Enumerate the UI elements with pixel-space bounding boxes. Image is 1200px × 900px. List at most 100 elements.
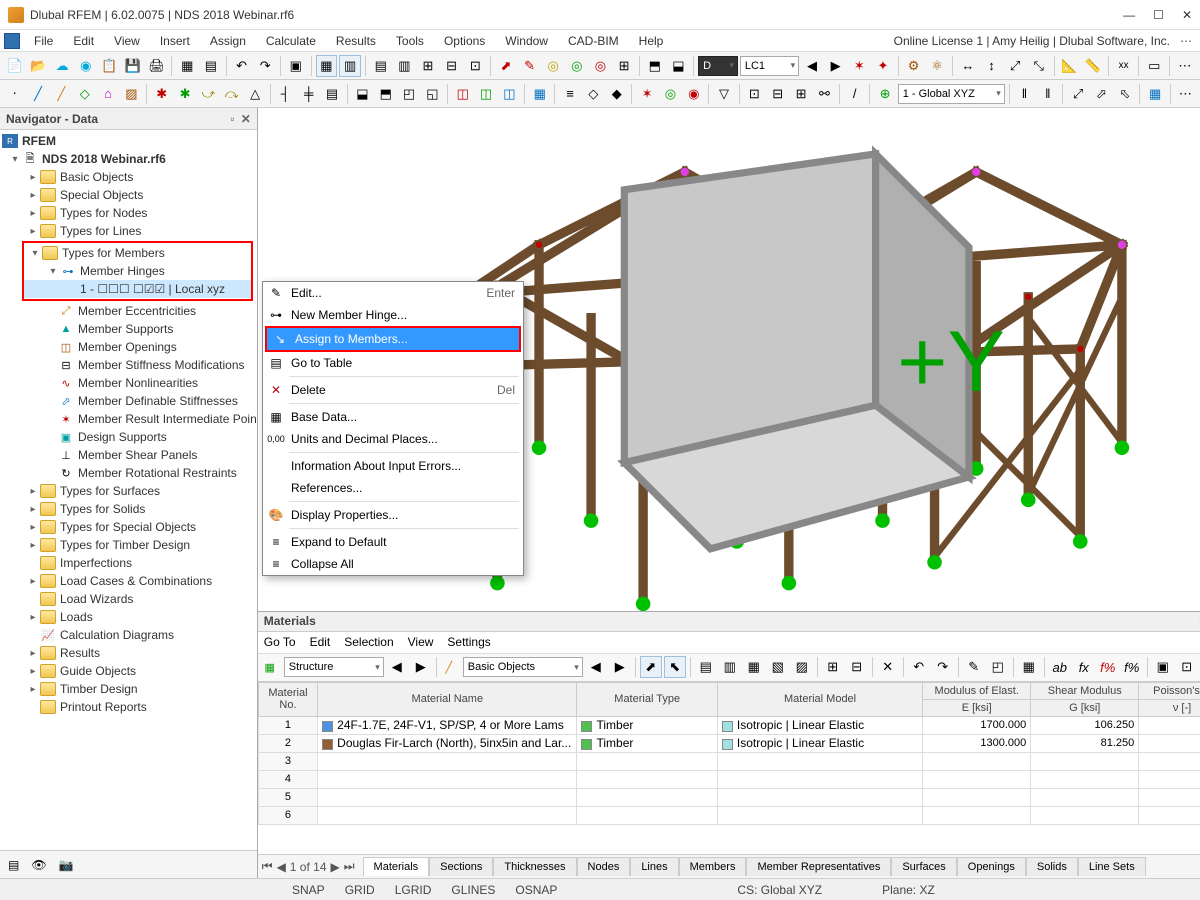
menu-options[interactable]: Options <box>434 32 495 50</box>
cm-collapse[interactable]: ≡Collapse All <box>263 553 523 575</box>
axis-xy-icon[interactable]: ⤡ <box>1028 55 1050 77</box>
mat-combo-basic[interactable]: Basic Objects <box>463 657 583 677</box>
tree-calc-diagrams[interactable]: Calculation Diagrams <box>60 628 174 642</box>
mat-combo-structure[interactable]: Structure <box>284 657 384 677</box>
tree-guide-objects[interactable]: Guide Objects <box>60 664 136 678</box>
mat-t-icon[interactable]: ▣ <box>1152 656 1174 678</box>
tree-types-surfaces[interactable]: Types for Surfaces <box>60 484 160 498</box>
xx-icon[interactable]: xx <box>1113 55 1135 77</box>
grid2-icon[interactable]: ▥ <box>339 55 361 77</box>
more-icon[interactable]: ⋯ <box>1174 55 1196 77</box>
coord-system-combo[interactable]: 1 - Global XYZ <box>898 84 1005 104</box>
mat-d-icon[interactable]: ▥ <box>719 656 741 678</box>
tree-member-hinges[interactable]: Member Hinges <box>80 264 165 278</box>
mode3-icon[interactable]: ⊞ <box>417 55 439 77</box>
mat-menu-edit[interactable]: Edit <box>310 635 331 649</box>
t2-cc-icon[interactable]: ▽ <box>713 83 734 105</box>
cm-references[interactable]: References... <box>263 477 523 499</box>
tab-solids[interactable]: Solids <box>1026 857 1078 876</box>
table-row[interactable]: 2 Douglas Fir-Larch (North), 5inx5in and… <box>258 734 1200 752</box>
mat-f-icon[interactable]: ▧ <box>767 656 789 678</box>
cm-units[interactable]: 0,00Units and Decimal Places... <box>263 428 523 450</box>
tab-members[interactable]: Members <box>679 857 747 876</box>
tree-types-nodes[interactable]: Types for Nodes <box>60 206 147 220</box>
cloud-icon[interactable]: ☁ <box>51 55 73 77</box>
menu-file[interactable]: File <box>24 32 63 50</box>
undo-icon[interactable]: ↶ <box>231 55 253 77</box>
table-row[interactable]: 3 <box>258 752 1200 770</box>
th-modE[interactable]: Modulus of Elast. <box>923 682 1031 699</box>
tree-member-ecc[interactable]: Member Eccentricities <box>78 304 196 318</box>
system-icon[interactable] <box>4 33 20 49</box>
cm-expand[interactable]: ≡Expand to Default <box>263 531 523 553</box>
lc-prev-icon[interactable]: ◀ <box>801 55 823 77</box>
tool2-icon[interactable]: ⬓ <box>668 55 690 77</box>
t2-mm-icon[interactable]: ⬁ <box>1114 83 1135 105</box>
mode1-icon[interactable]: ▤ <box>370 55 392 77</box>
th-model[interactable]: Material Model <box>717 682 922 716</box>
cm-base-data[interactable]: ▦Base Data... <box>263 406 523 428</box>
tree-member-rot[interactable]: Member Rotational Restraints <box>78 466 237 480</box>
t2-w-icon[interactable]: ≡ <box>559 83 580 105</box>
th-modE-unit[interactable]: E [ksi] <box>923 699 1031 716</box>
sb-glines[interactable]: GLINES <box>445 883 501 897</box>
select2-icon[interactable]: ✎ <box>519 55 541 77</box>
tree-hinge-item[interactable]: 1 - ☐☐☐ ☐☑☑ | Local xyz <box>80 282 225 296</box>
tab-openings[interactable]: Openings <box>957 857 1026 876</box>
cm-display-props[interactable]: 🎨Display Properties... <box>263 504 523 526</box>
tree-file[interactable]: NDS 2018 Webinar.rf6 <box>42 152 166 166</box>
mode2-icon[interactable]: ▥ <box>394 55 416 77</box>
th-no[interactable]: Material No. <box>258 682 317 716</box>
t2-coord-icon[interactable]: ⊕ <box>874 83 895 105</box>
t2-z-icon[interactable]: ✶ <box>636 83 657 105</box>
tree-timber-design[interactable]: Timber Design <box>60 682 138 696</box>
tree-results[interactable]: Results <box>60 646 100 660</box>
mat-b-icon[interactable]: ⬉ <box>664 656 686 678</box>
t2-ii-icon[interactable]: ‖ <box>1014 83 1035 105</box>
table-row[interactable]: 4 <box>258 770 1200 788</box>
calc1-icon[interactable]: ⚙ <box>903 55 925 77</box>
t2-v-icon[interactable]: ▦ <box>529 83 550 105</box>
tree-imperfections[interactable]: Imperfections <box>60 556 132 570</box>
menu-edit[interactable]: Edit <box>63 32 104 50</box>
menu-tools[interactable]: Tools <box>386 32 434 50</box>
tree-member-supports[interactable]: Member Supports <box>78 322 173 336</box>
cm-edit[interactable]: ✎Edit...Enter <box>263 282 523 304</box>
t2-jj-icon[interactable]: ‖ <box>1037 83 1058 105</box>
axis-x-icon[interactable]: ↔ <box>957 55 979 77</box>
t2-gg-icon[interactable]: ⚯ <box>814 83 835 105</box>
tree-design-supports[interactable]: Design Supports <box>78 430 167 444</box>
view-icon[interactable]: ▣ <box>285 55 307 77</box>
cm-new-hinge[interactable]: ⊶New Member Hinge... <box>263 304 523 326</box>
t2-h-icon[interactable]: ✱ <box>174 83 195 105</box>
tree-types-lines[interactable]: Types for Lines <box>60 224 141 238</box>
mat-m-icon[interactable]: ✎ <box>963 656 985 678</box>
th-poisson[interactable]: Poisson's R <box>1139 682 1200 699</box>
t2-g-icon[interactable]: ✱ <box>151 83 172 105</box>
mat-prev2-icon[interactable]: ◀ <box>585 656 607 678</box>
mat-prev-icon[interactable]: ◀ <box>386 656 408 678</box>
t2-dd-icon[interactable]: ⊡ <box>744 83 765 105</box>
tab-sections[interactable]: Sections <box>429 857 493 876</box>
t2-p-icon[interactable]: ⬒ <box>375 83 396 105</box>
calc2-icon[interactable]: ⚛ <box>926 55 948 77</box>
table-row[interactable]: 6 <box>258 806 1200 824</box>
nav-panel-icon[interactable]: ▦ <box>176 55 198 77</box>
render-icon[interactable]: ▭ <box>1143 55 1165 77</box>
mat-g-icon[interactable]: ▨ <box>791 656 813 678</box>
table-row[interactable]: 1 24F-1.7E, 24F-V1, SP/SP, 4 or More Lam… <box>258 716 1200 734</box>
mat-next2-icon[interactable]: ▶ <box>609 656 631 678</box>
print-icon[interactable]: 🖨 <box>146 55 168 77</box>
block-icon[interactable]: ◉ <box>75 55 97 77</box>
t2-r-icon[interactable]: ◱ <box>422 83 443 105</box>
nav-eye-icon[interactable]: 👁 <box>31 858 46 872</box>
materials-table[interactable]: Material No. Material Name Material Type… <box>258 682 1200 854</box>
mat-menu-selection[interactable]: Selection <box>344 635 393 649</box>
tree-types-special[interactable]: Types for Special Objects <box>60 520 196 534</box>
select5-icon[interactable]: ◎ <box>590 55 612 77</box>
tab-materials[interactable]: Materials <box>363 857 430 876</box>
tab-thicknesses[interactable]: Thicknesses <box>493 857 576 876</box>
open-icon[interactable]: 📂 <box>28 55 50 77</box>
overflow-icon[interactable]: ⋯ <box>1180 34 1192 48</box>
t2-m-icon[interactable]: ╪ <box>298 83 319 105</box>
